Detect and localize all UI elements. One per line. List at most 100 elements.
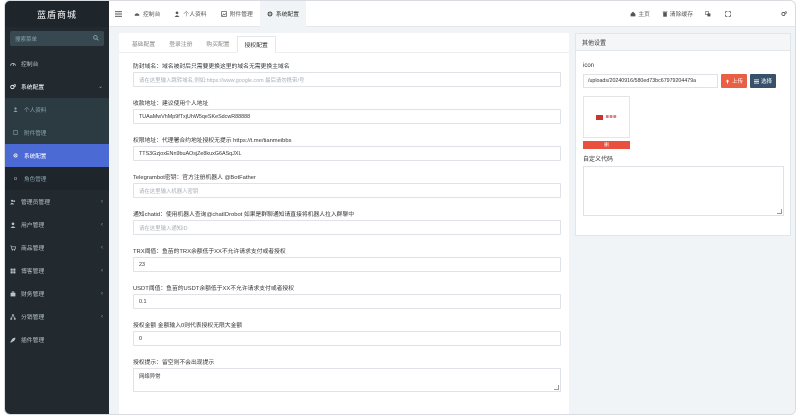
dashboard-icon [10,61,18,67]
cart-icon [10,245,18,251]
trash-icon [662,11,668,17]
home-label: 主页 [638,9,650,18]
sidebar-item-label: 插件管理 [21,335,44,344]
field-label: 授权提示：留空则不会出现提示 [133,355,555,368]
trx-threshold-input[interactable]: 23 [133,257,561,272]
file-icon [13,130,21,135]
sidebar-item-label: 管理员管理 [21,197,50,206]
sidebar-item-users[interactable]: 用户管理 ‹ [5,213,109,236]
search-icon[interactable] [93,35,99,43]
gear-icon [267,11,273,17]
sidebar-subitem-system-config[interactable]: 系统配置 [5,144,109,167]
upload-button[interactable]: 上传 [721,74,747,88]
user-icon [174,11,180,17]
chevron-down-icon: ⌄ [98,83,103,90]
sidebar-subitem-label: 附件管理 [24,129,46,137]
home-icon [630,11,636,17]
tab-label: 附件管理 [230,9,253,18]
search-input[interactable]: 搜索菜单 [10,31,104,46]
tab-system-config[interactable]: 系统配置 [260,1,306,27]
delete-icon-button[interactable]: 删 [583,141,630,149]
main-content: 基础配置 登录注册 购买配置 授权配置 防封域名：域名被封后只需要更换这里的域名… [109,27,795,414]
sidebar-item-label: 分销管理 [21,312,44,321]
sidebar-item-system-config[interactable]: 系统配置 ⌄ [5,75,109,98]
top-navbar: 控制台 个人资料 附件管理 系统配置 主页 清除缓存 [109,1,795,27]
upload-icon [725,79,730,84]
topbar-actions: 主页 清除缓存 [624,1,795,26]
sidebar-item-plugins[interactable]: 插件管理 [5,328,109,351]
field-label: 通知chatid：使用机器人查询@chatIDrobot 如果是群聊通知请直接将… [133,207,555,220]
permission-address-input[interactable]: TTS3GzjoxENn9buAOsjZe8kuxG6ASqJXL [133,146,561,161]
chevron-left-icon: ‹ [101,199,103,205]
sidebar-subitem-profile[interactable]: 个人资料 [5,98,109,121]
app-window: 蓝盾商城 搜索菜单 控制台 系统配置 ⌄ 个人资料 附件管理 系 [4,0,796,415]
anti-block-domain-input[interactable]: 请在这里输入跳转域名,例如:https://www.google.com 最后请… [133,72,561,87]
tab-dashboard[interactable]: 控制台 [127,1,167,27]
chevron-left-icon: ‹ [101,291,103,297]
icon-path-input[interactable]: /uploads/20240916/580ed73bc67979204479a [583,74,718,88]
sidebar-subitem-attachments[interactable]: 附件管理 [5,121,109,144]
sidebar-subitem-label: 个人资料 [24,106,46,114]
field-label: 防封域名：域名被封后只需要更换这里的域名无需更换主域名 [133,59,555,72]
auth-tip-textarea[interactable]: 网络异常 [133,368,561,392]
logo-image: ≋≋≋ [596,114,616,120]
language-icon[interactable] [699,1,719,26]
subtab-authorization[interactable]: 授权配置 [237,36,276,53]
chevron-left-icon: ‹ [101,222,103,228]
auth-amount-input[interactable]: 0 [133,331,561,346]
usdt-threshold-input[interactable]: 0.1 [133,294,561,309]
chevron-left-icon: ‹ [101,245,103,251]
home-link[interactable]: 主页 [624,1,656,26]
custom-code-textarea[interactable] [583,166,784,216]
settings-gear-icon[interactable] [775,1,795,26]
menu-toggle-icon[interactable] [109,11,127,17]
gear-icon [13,153,21,158]
field-label: Telegrambot密钥：官方注册机器人 @BotFather [133,170,555,183]
circle-icon [13,176,21,181]
sidebar-item-products[interactable]: 商品管理 ‹ [5,236,109,259]
chatid-input[interactable]: 请在这里输入通知ID [133,220,561,235]
sidebar-subitem-label: 角色管理 [24,175,46,183]
tab-attachments[interactable]: 附件管理 [214,1,260,27]
sidebar-item-admins[interactable]: 管理员管理 ‹ [5,190,109,213]
icon-label: icon [583,60,783,72]
tab-profile[interactable]: 个人资料 [167,1,213,27]
gears-icon [10,84,18,90]
field-label: 收款地址：建议使用个人地址 [133,96,555,109]
field-label: 权限地址：代理署合约地址授权无提示 https://t.me/tianmeibb… [133,133,555,146]
subtab-login[interactable]: 登录注册 [162,35,199,52]
field-label: USDT阈值：鱼苗的USDT余额低于XX不允许请求支付或者授权 [133,281,555,294]
field-label: TRX阈值：鱼苗的TRX余额低于XX不允许请求支付或者授权 [133,244,555,257]
list-icon [754,79,759,84]
field-label: 授权金额 金额输入0则代表授权无限大金额 [133,318,555,331]
subtab-basic[interactable]: 基础配置 [125,35,162,52]
tab-label: 系统配置 [276,9,299,18]
grid-icon [10,268,18,274]
subtab-purchase[interactable]: 购买配置 [199,35,236,52]
sidebar-subitem-roles[interactable]: 角色管理 [5,167,109,190]
sidebar-item-distribution[interactable]: 分销管理 ‹ [5,305,109,328]
file-image-icon [221,11,227,17]
tab-label: 控制台 [143,9,160,18]
tab-label: 个人资料 [183,9,206,18]
sidebar-subitem-label: 系统配置 [24,152,46,160]
sidebar-item-label: 财务管理 [21,289,44,298]
sidebar-item-blog[interactable]: 博客管理 ‹ [5,259,109,282]
sidebar: 蓝盾商城 搜索菜单 控制台 系统配置 ⌄ 个人资料 附件管理 系 [5,1,109,414]
icon-preview[interactable]: ≋≋≋ [583,96,630,138]
panel-title: 其他设置 [576,34,790,51]
config-subtabs: 基础配置 登录注册 购买配置 授权配置 [119,33,569,53]
brand-logo[interactable]: 蓝盾商城 [5,1,109,27]
other-settings-panel: 其他设置 icon /uploads/20240916/580ed73bc679… [575,33,791,236]
sidebar-item-dashboard[interactable]: 控制台 [5,52,109,75]
telegram-bot-key-input[interactable]: 请在这里输入机器人密钥 [133,183,561,198]
clear-cache-button[interactable]: 清除缓存 [656,1,699,26]
fullscreen-icon[interactable] [719,1,739,26]
sidebar-item-label: 博客管理 [21,266,44,275]
sidebar-item-finance[interactable]: 财务管理 ‹ [5,282,109,305]
choose-button[interactable]: 选择 [750,74,776,88]
upload-label: 上传 [732,77,743,85]
sidebar-item-label: 控制台 [21,59,38,68]
rocket-icon [10,337,18,343]
payment-address-input[interactable]: TUAaMwVhMp9fTxjUhW5qeSKeSdcwR88888 [133,109,561,124]
